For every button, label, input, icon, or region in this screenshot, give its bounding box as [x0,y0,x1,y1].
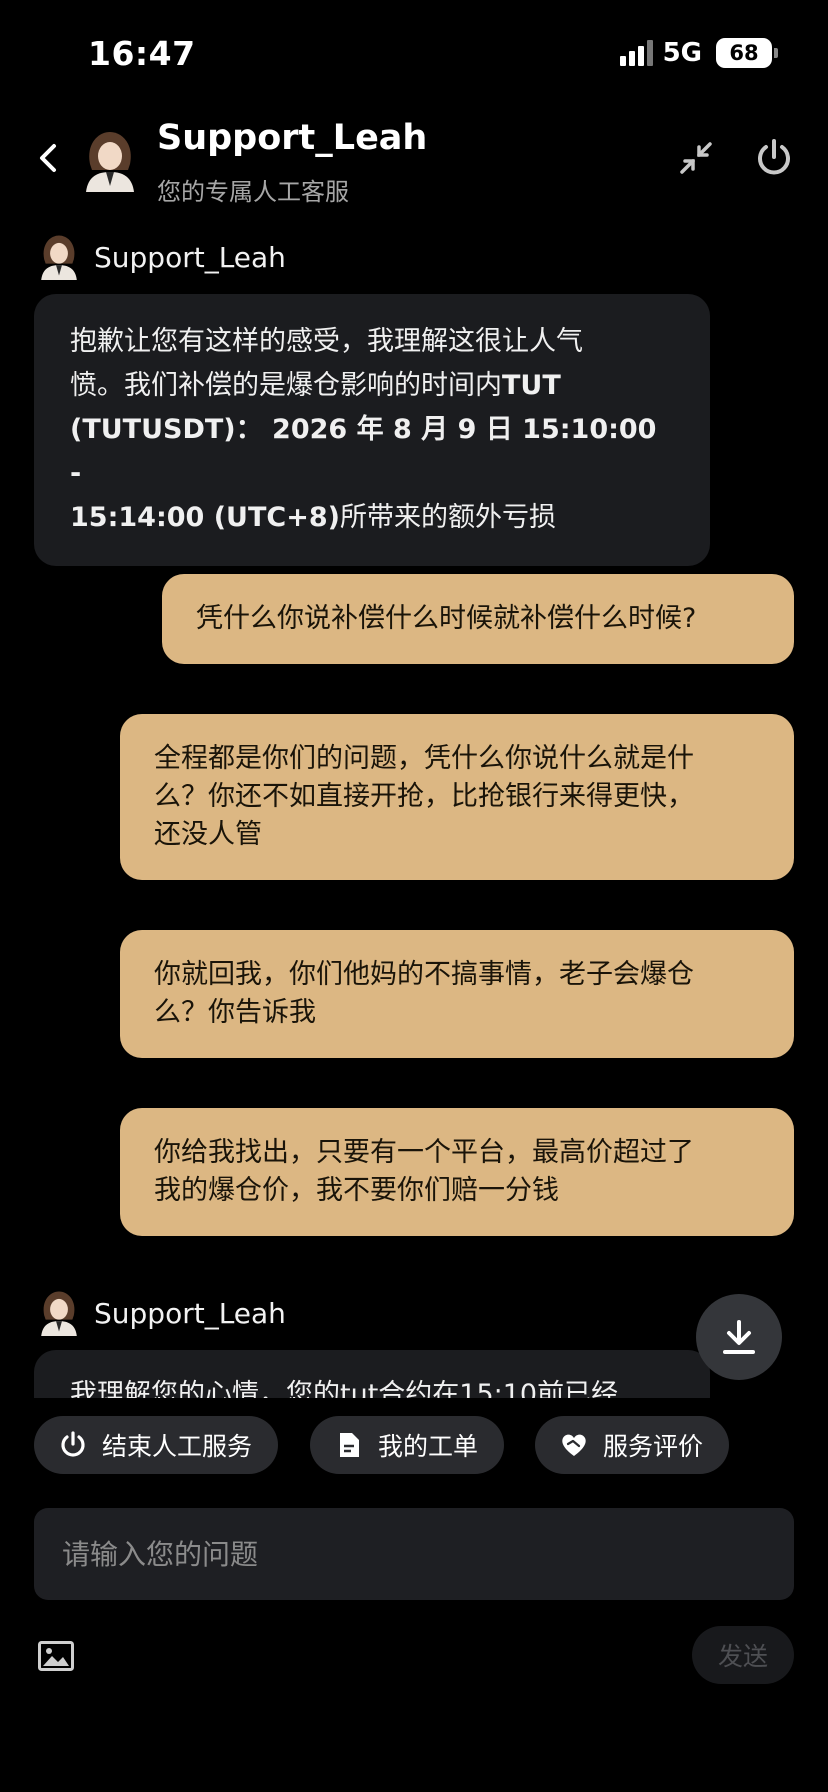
status-time: 16:47 [88,34,196,73]
minimize-icon[interactable] [678,140,714,176]
my-tickets-button[interactable]: 我的工单 [310,1416,505,1474]
message-line: 全程都是你们的问题，凭什么你说什么就是什 [154,743,694,774]
send-button[interactable]: 发送 [692,1626,794,1684]
network-type: 5G [662,38,702,68]
message-line: 15:14:00 (UTC+8)所带来的额外亏损 [70,502,556,533]
scroll-down-button[interactable] [696,1294,782,1380]
message-line: 么？你还不如直接开抢，比抢银行来得更快， [154,781,694,812]
agent-message-header: Support_Leah [38,1290,286,1336]
battery-level: 68 [729,41,759,65]
message-text: 凭什么你说补偿什么时候就补偿什么时候? [196,603,697,634]
heart-handshake-icon [562,1434,586,1456]
sender-name: Support_Leah [94,1296,286,1330]
message-line: 你就回我，你们他妈的不搞事情，老子会爆仓 [154,959,694,990]
agent-message-bubble-partial: 我理解您的心情，您的tut合约在15:10前已经 [34,1350,710,1398]
user-message-bubble: 凭什么你说补偿什么时候就补偿什么时候? [162,574,794,664]
agent-avatar [86,132,134,192]
signal-icon [619,40,653,66]
agent-subtitle: 您的专属人工客服 [157,178,349,206]
end-service-button[interactable]: 结束人工服务 [34,1416,279,1474]
image-upload-icon[interactable] [38,1640,74,1672]
chip-label: 结束人工服务 [102,1432,253,1461]
agent-avatar [41,1291,77,1336]
user-message-bubble: 全程都是你们的问题，凭什么你说什么就是什 么？你还不如直接开抢，比抢银行来得更快… [120,714,794,880]
sender-name: Support_Leah [94,240,286,274]
user-message-bubble: 你给我找出，只要有一个平台，最高价超过了 我的爆仓价，我不要你们赔一分钱 [120,1108,794,1236]
status-indicators: 5G 68 [619,38,778,68]
back-arrow-icon[interactable] [34,140,64,176]
battery-icon: 68 [716,38,778,68]
message-line: 你给我找出，只要有一个平台，最高价超过了 [154,1137,694,1168]
document-icon [340,1433,359,1457]
user-message-bubble: 你就回我，你们他妈的不搞事情，老子会爆仓 么？你告诉我 [120,930,794,1058]
chip-label: 我的工单 [378,1432,479,1461]
message-line: 抱歉让您有这样的感受，我理解这很让人气 [70,326,583,357]
message-line: 么？你告诉我 [154,997,316,1028]
message-line: 我的爆仓价，我不要你们赔一分钱 [154,1175,559,1206]
message-line: (TUTUSDT)： 2026 年 8 月 9 日 15:10:00 - [70,414,657,489]
download-icon [723,1320,755,1354]
agent-message-header: Support_Leah [38,234,286,280]
message-line: 愤。我们补偿的是爆仓影响的时间内TUT [70,370,561,401]
service-rating-button[interactable]: 服务评价 [535,1416,730,1474]
agent-avatar [41,235,77,280]
power-icon [61,1431,85,1457]
power-icon[interactable] [754,138,794,178]
message-line: 还没人管 [154,819,262,850]
message-text: 我理解您的心情，您的tut合约在15:10前已经 [70,1379,619,1398]
message-input[interactable] [34,1508,794,1600]
chip-label: 服务评价 [603,1432,704,1461]
agent-message-bubble: 抱歉让您有这样的感受，我理解这很让人气 愤。我们补偿的是爆仓影响的时间内TUT … [34,294,710,566]
agent-name: Support_Leah [157,118,428,158]
